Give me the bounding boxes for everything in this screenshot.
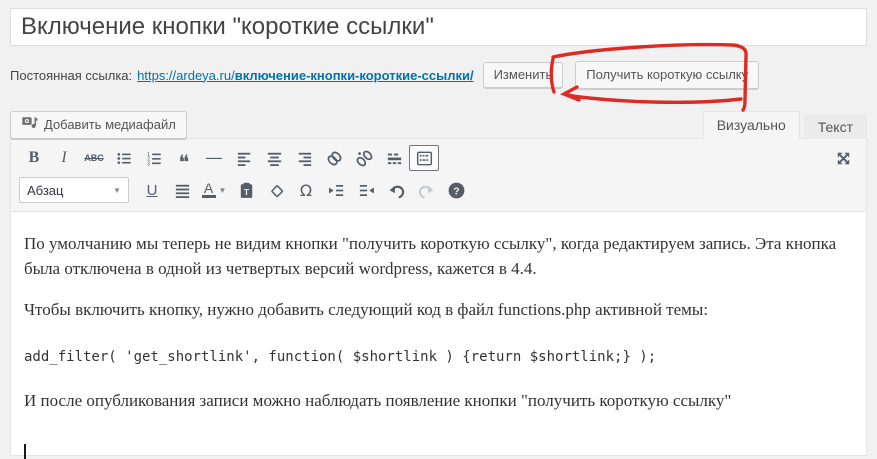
permalink-row: Постоянная ссылка: https://ardeya.ru/вкл… — [10, 61, 867, 89]
content-paragraph: По умолчанию мы теперь не видим кнопки "… — [24, 234, 837, 278]
justify-button[interactable] — [167, 177, 197, 203]
more-tag-icon — [387, 153, 401, 164]
get-shortlink-button[interactable]: Получить короткую ссылку — [575, 61, 760, 89]
toolbar-toggle-icon — [416, 151, 432, 165]
indent-icon — [359, 184, 374, 196]
align-right-button[interactable] — [289, 145, 319, 171]
svg-text:?: ? — [453, 186, 459, 197]
text-color-letter: A — [201, 181, 216, 198]
align-center-icon — [267, 152, 281, 166]
post-title-input[interactable] — [10, 8, 867, 46]
outdent-icon — [328, 184, 343, 196]
unlink-button[interactable] — [349, 145, 379, 171]
clear-formatting-button[interactable] — [261, 177, 291, 203]
horizontal-rule-button[interactable]: — — [199, 145, 229, 171]
redo-icon — [418, 185, 434, 198]
paragraph-format-dropdown[interactable]: Абзац ▼ — [19, 177, 129, 203]
add-media-icon — [21, 113, 38, 138]
redo-button[interactable] — [411, 177, 441, 203]
indent-button[interactable] — [351, 177, 381, 203]
align-right-icon — [298, 152, 311, 166]
align-left-icon — [237, 152, 250, 166]
underline-button[interactable]: U — [137, 177, 167, 203]
editor-toolbar: B I ABC 123 ❝ — Абзац ▼ U A ▼ T Ω ? — [11, 139, 866, 212]
content-code-line: add_filter( 'get_shortlink', function( $… — [24, 348, 657, 365]
svg-text:3: 3 — [147, 161, 150, 167]
paste-as-text-button[interactable]: T — [231, 177, 261, 203]
tab-visual[interactable]: Визуально — [702, 111, 800, 139]
add-media-label: Добавить медиафайл — [44, 117, 176, 132]
content-paragraph: Чтобы включить кнопку, нужно добавить сл… — [24, 300, 709, 320]
bullet-list-button[interactable] — [109, 145, 139, 171]
content-paragraph: И после опубликования записи можно наблю… — [24, 391, 732, 411]
link-icon — [327, 151, 341, 165]
bold-button[interactable]: B — [19, 145, 49, 171]
undo-icon — [388, 185, 404, 198]
more-tag-button[interactable] — [379, 145, 409, 171]
editor-content[interactable]: По умолчанию мы теперь не видим кнопки "… — [11, 212, 866, 459]
add-media-button[interactable]: Добавить медиафайл — [10, 111, 187, 139]
italic-button[interactable]: I — [49, 145, 79, 171]
chevron-down-icon: ▼ — [218, 185, 227, 195]
eraser-icon — [270, 184, 283, 197]
tab-text[interactable]: Текст — [803, 114, 867, 139]
text-color-swatch — [201, 195, 216, 198]
permalink-label: Постоянная ссылка: — [10, 67, 133, 83]
post-edit-page: Постоянная ссылка: https://ardeya.ru/вкл… — [0, 0, 877, 459]
help-button[interactable]: ? — [441, 177, 471, 203]
undo-button[interactable] — [381, 177, 411, 203]
help-icon: ? — [448, 182, 464, 198]
link-button[interactable] — [319, 145, 349, 171]
text-color-button[interactable]: A ▼ — [197, 177, 231, 203]
permalink-url-slug: включение-кнопки-короткие-ссылки/ — [234, 67, 474, 83]
strikethrough-button[interactable]: ABC — [79, 145, 109, 171]
media-row: Добавить медиафайл Визуально Текст — [10, 111, 867, 139]
caret-line — [24, 443, 853, 459]
toolbar-row-2: Абзац ▼ U A ▼ T Ω ? — [19, 174, 858, 206]
edit-permalink-button[interactable]: Изменить — [482, 62, 564, 88]
fullscreen-icon — [837, 152, 849, 164]
align-left-button[interactable] — [229, 145, 259, 171]
ordered-list-icon: 123 — [147, 151, 161, 167]
fullscreen-button[interactable] — [828, 145, 858, 171]
paste-as-text-icon: T — [240, 182, 252, 198]
special-char-button[interactable]: Ω — [291, 177, 321, 203]
editor-mode-tabs: Визуально Текст — [702, 111, 867, 139]
ordered-list-button[interactable]: 123 — [139, 145, 169, 171]
outdent-button[interactable] — [321, 177, 351, 203]
permalink-url-prefix: https://ardeya.ru/ — [137, 67, 235, 83]
paragraph-format-value: Абзац — [27, 182, 64, 198]
chevron-down-icon: ▼ — [113, 185, 121, 195]
blockquote-button[interactable]: ❝ — [169, 145, 199, 172]
justify-icon — [175, 184, 189, 198]
toolbar-row-1: B I ABC 123 ❝ — — [19, 142, 858, 174]
text-cursor — [24, 443, 26, 459]
svg-text:T: T — [243, 186, 249, 196]
permalink-link[interactable]: https://ardeya.ru/включение-кнопки-корот… — [137, 68, 473, 83]
bullet-list-icon — [116, 152, 131, 164]
visual-editor: B I ABC 123 ❝ — Абзац ▼ U A ▼ T Ω ? По у… — [10, 138, 867, 459]
align-center-button[interactable] — [259, 145, 289, 171]
unlink-icon — [356, 150, 372, 166]
toolbar-toggle-button[interactable] — [409, 145, 439, 171]
